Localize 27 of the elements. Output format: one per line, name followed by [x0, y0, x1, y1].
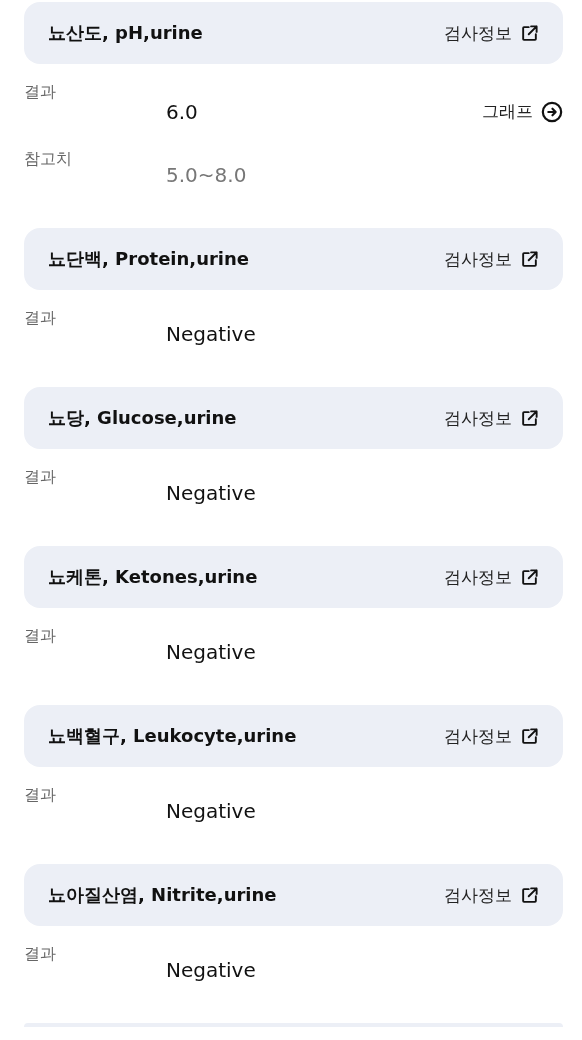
result-label: 결과 — [24, 308, 57, 329]
test-info-link[interactable]: 검사정보 — [444, 402, 539, 434]
reference-range: 5.0~8.0 — [166, 163, 248, 187]
test-title: 뇨케톤, Ketones,urine — [48, 565, 258, 589]
test-title: 뇨당, Glucose,urine — [48, 406, 237, 430]
graph-link[interactable]: 그래프 — [482, 90, 563, 133]
result-label: 결과 — [24, 82, 57, 103]
result-value: Negative — [166, 640, 257, 664]
test-info-link[interactable]: 검사정보 — [444, 720, 539, 752]
result-value: Negative — [166, 322, 257, 346]
result-value: Negative — [166, 958, 257, 982]
test-info-link[interactable]: 검사정보 — [444, 561, 539, 593]
result-value: 6.0 — [166, 99, 199, 124]
test-info-link[interactable]: 검사정보 — [444, 17, 539, 49]
test-title: 뇨아질산염, Nitrite,urine — [48, 883, 277, 907]
result-label: 결과 — [24, 785, 57, 806]
test-info-link[interactable]: 검사정보 — [444, 243, 539, 275]
reference-label: 참고치 — [24, 149, 73, 170]
result-label: 결과 — [24, 467, 57, 488]
result-label: 결과 — [24, 944, 57, 965]
result-label: 결과 — [24, 626, 57, 647]
test-title: 뇨산도, pH,urine — [48, 21, 203, 45]
result-value: Negative — [166, 799, 257, 823]
result-value: Negative — [166, 481, 257, 505]
test-title: 뇨단백, Protein,urine — [48, 247, 250, 271]
test-title: 뇨백혈구, Leukocyte,urine — [48, 724, 297, 748]
test-info-link[interactable]: 검사정보 — [444, 879, 539, 911]
